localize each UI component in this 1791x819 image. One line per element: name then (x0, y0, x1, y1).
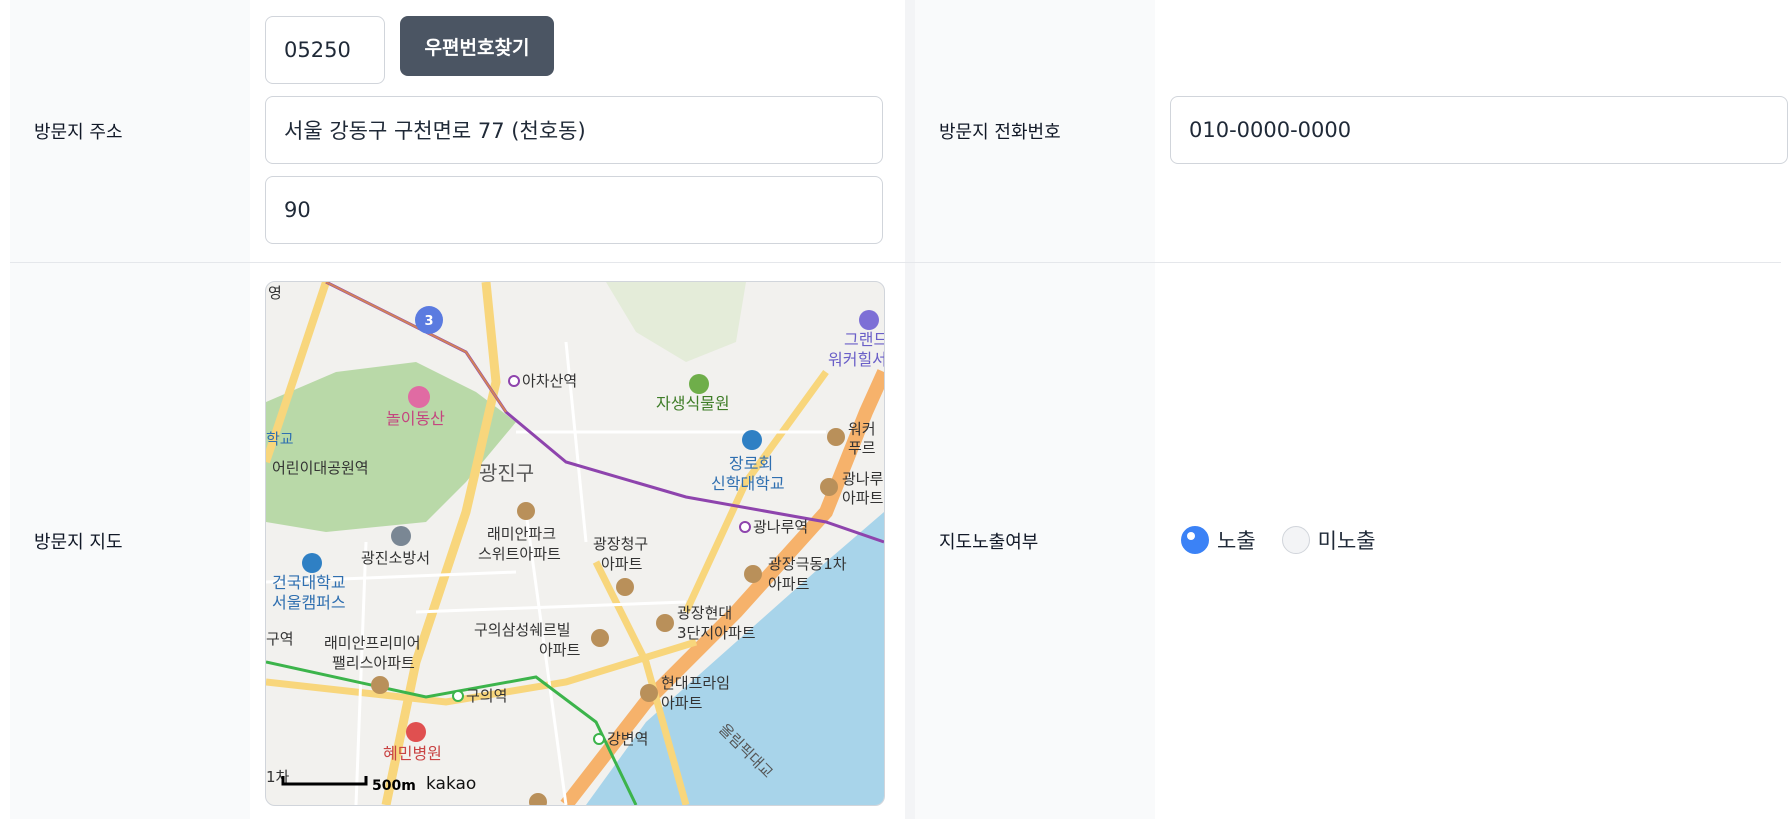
school-poi-icon-1 (742, 430, 762, 450)
fire-station-poi-icon (391, 526, 411, 546)
gwangnaru-station-marker (739, 521, 751, 533)
form-page: 방문지 주소 우편번호찾기 방문지 전화번호 방문지 지도 (0, 0, 1791, 819)
phone-label: 방문지 전화번호 (915, 0, 1155, 262)
label-gangbyeon: 강변역 (607, 730, 648, 748)
label-grand-1: 그랜드 (844, 330, 884, 349)
label-raemian-park-1: 래미안파크 (487, 525, 556, 543)
form-row-address: 방문지 주소 우편번호찾기 방문지 전화번호 (10, 0, 1788, 263)
hotel-poi-icon (859, 310, 879, 330)
label-hyundai-1: 광장현대 (677, 604, 732, 622)
gangbyeon-station-marker (593, 733, 605, 745)
label-samsung-2: 아파트 (539, 641, 581, 659)
map-cell: 3 영 광진구 놀이동산 학교 어린이대공원역 아차산역 자생식물원 장로회 신… (250, 263, 905, 819)
address-cell: 우편번호찾기 (250, 0, 905, 262)
radio-hide-label: 미노출 (1317, 529, 1376, 553)
label-fire-station: 광진소방서 (361, 549, 430, 567)
map-label: 방문지 지도 (10, 263, 250, 819)
scale-label: 500m (372, 778, 416, 794)
label-premier-1: 래미안프리미어 (324, 634, 421, 652)
label-district: 광진구 (479, 461, 534, 485)
label-jangrohoe-1: 장로회 (729, 454, 773, 473)
label-cheonggu-1: 광장청구 (593, 535, 648, 553)
label-jangrohoe-2: 신학대학교 (711, 474, 785, 493)
line-3-badge: 3 (424, 314, 433, 329)
radio-show-label: 노출 (1217, 529, 1256, 553)
label-gwangnaru-apt-2: 아파트 (842, 489, 884, 507)
label-cheonggu-2: 아파트 (601, 555, 643, 573)
radio-option-show[interactable]: 노출 (1181, 525, 1256, 555)
park-poi-icon (408, 386, 430, 408)
label-walker-2: 푸르 (848, 439, 876, 457)
label-hyundai-prime-1: 현대프라임 (661, 674, 730, 692)
label-station-edge: 구역 (266, 630, 294, 648)
label-geukdong-2: 아파트 (768, 575, 810, 593)
label-walker-1: 워커 (848, 420, 876, 438)
label-childrens-park: 어린이대공원역 (272, 459, 369, 477)
label-gwangnaru: 광나루역 (753, 518, 808, 536)
label-hyundai-2: 3단지아파트 (677, 624, 756, 642)
detail-address-input[interactable] (265, 176, 883, 244)
label-young: 영 (268, 284, 282, 302)
botanical-poi-icon (689, 374, 709, 394)
scale-bar (281, 776, 368, 786)
form-row-map: 방문지 지도 3 영 광진구 놀이동산 학교 어린이대공원역 아차산역 자생식물… (10, 263, 1781, 819)
hill-area (606, 282, 746, 362)
radio-hide[interactable] (1281, 526, 1310, 554)
phone-cell (1155, 0, 1788, 262)
hospital-poi-icon (406, 722, 426, 742)
label-geukdong-1: 광장극동1차 (768, 555, 847, 573)
label-konkuk-2: 서울캠퍼스 (272, 593, 346, 612)
address-label: 방문지 주소 (10, 0, 250, 262)
radio-option-hide[interactable]: 미노출 (1281, 525, 1376, 555)
label-premier-2: 팰리스아파트 (332, 654, 415, 672)
find-zipcode-button[interactable]: 우편번호찾기 (400, 16, 554, 76)
map-display-cell: 노출 미노출 (1155, 263, 1781, 819)
label-botanical: 자생식물원 (656, 394, 730, 413)
kakao-logo: kakao (426, 774, 476, 794)
label-konkuk-1: 건국대학교 (272, 573, 346, 592)
label-achasan: 아차산역 (522, 372, 577, 390)
guui-station-marker (452, 690, 464, 702)
road-address-input[interactable] (265, 96, 883, 164)
label-guui: 구의역 (466, 687, 507, 705)
phone-input[interactable] (1170, 96, 1788, 164)
map-display-radio-group: 노출 미노출 (1181, 525, 1402, 555)
achasan-station-marker (508, 375, 520, 387)
label-grand-2: 워커힐서 (828, 350, 884, 369)
label-samsung-1: 구의삼성쉐르빌 (474, 621, 571, 639)
zipcode-input[interactable] (265, 16, 385, 84)
label-raemian-park-2: 스위트아파트 (478, 545, 561, 563)
label-school-edge: 학교 (266, 430, 294, 448)
label-hyemin: 혜민병원 (383, 744, 442, 763)
map-display-label: 지도노출여부 (915, 263, 1155, 819)
radio-show[interactable] (1181, 526, 1209, 554)
label-park: 놀이동산 (386, 409, 445, 428)
school-poi-icon-2 (302, 553, 322, 573)
kakao-map[interactable]: 3 영 광진구 놀이동산 학교 어린이대공원역 아차산역 자생식물원 장로회 신… (265, 281, 885, 806)
column-divider-2 (905, 263, 915, 819)
column-divider (905, 0, 915, 262)
label-hyundai-prime-2: 아파트 (661, 694, 703, 712)
label-gwangnaru-apt-1: 광나루 (842, 470, 884, 488)
